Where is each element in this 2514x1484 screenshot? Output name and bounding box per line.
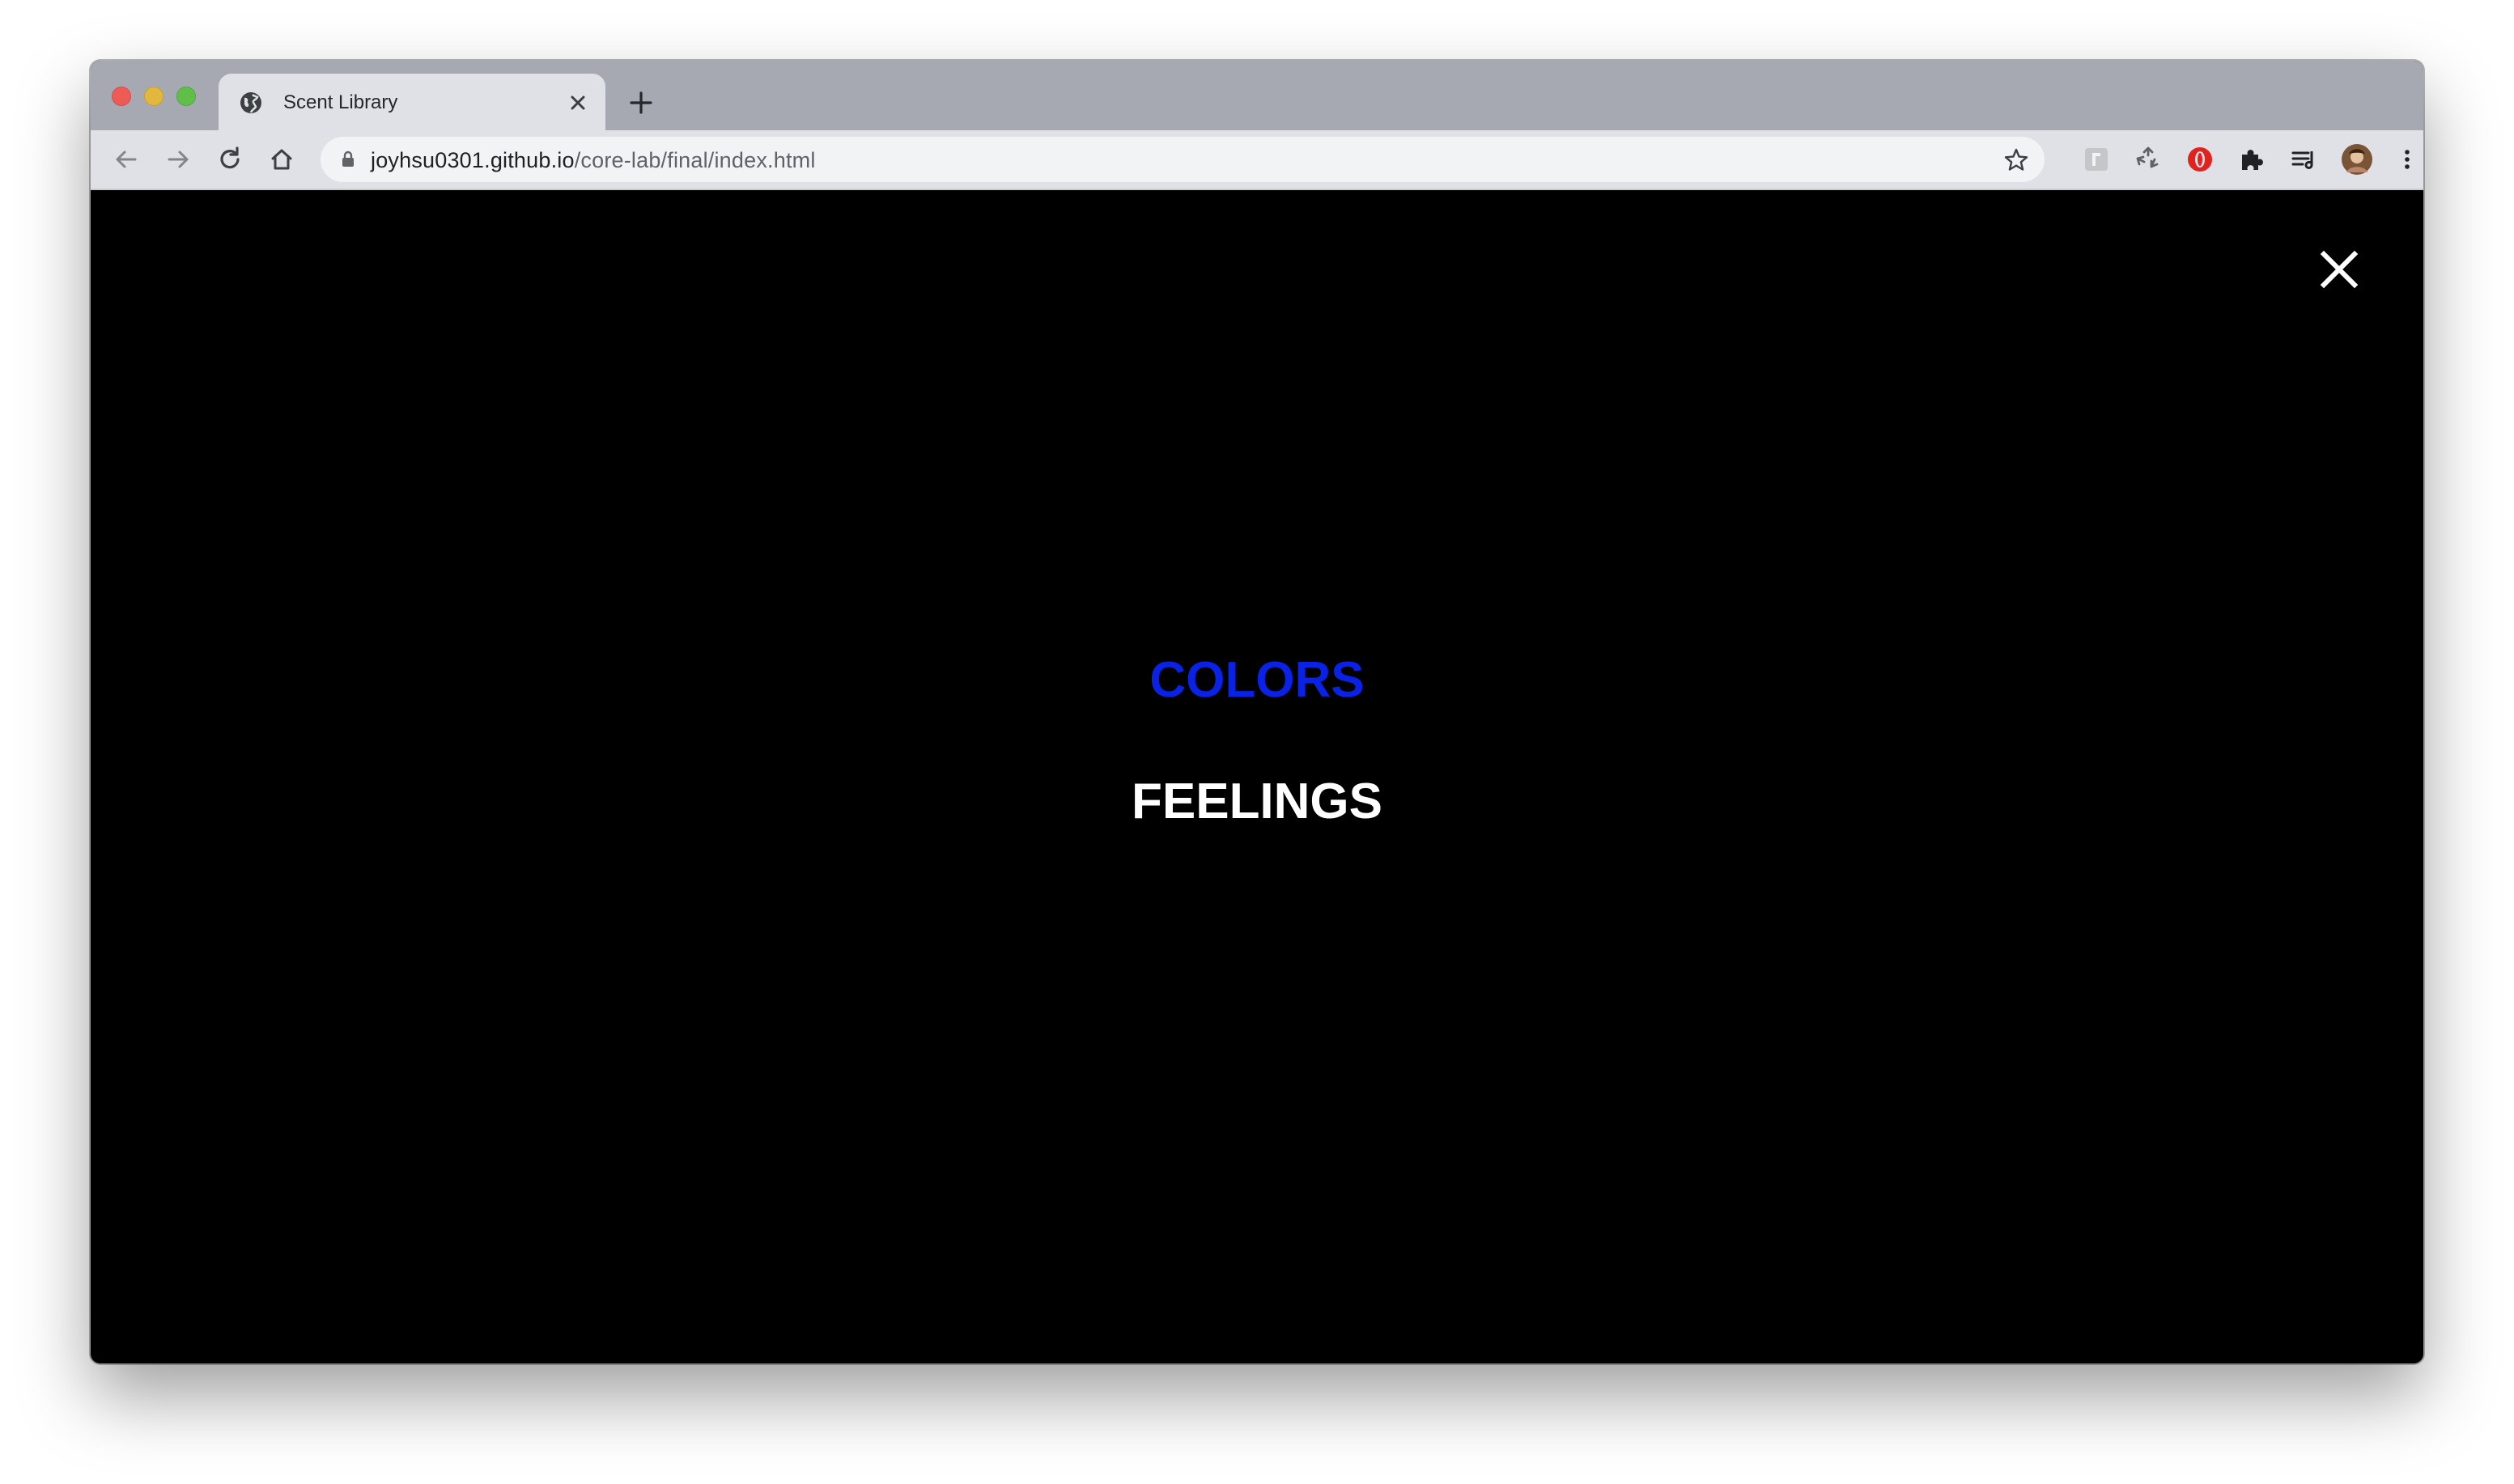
tab-strip: Scent Library bbox=[91, 61, 2423, 132]
kebab-menu-icon[interactable] bbox=[2393, 145, 2422, 174]
puzzle-icon[interactable] bbox=[2237, 145, 2266, 174]
address-bar[interactable]: joyhsu0301.github.io/core-lab/final/inde… bbox=[321, 137, 2045, 182]
menu-item-colors[interactable]: COLORS bbox=[91, 652, 2423, 709]
globe-icon bbox=[240, 92, 261, 113]
extension-gray-icon[interactable] bbox=[2082, 145, 2111, 174]
reading-list-icon[interactable] bbox=[2289, 145, 2318, 174]
url-path: /core-lab/final/index.html bbox=[574, 148, 816, 172]
tab-active[interactable]: Scent Library bbox=[219, 74, 605, 132]
forward-arrow-icon[interactable] bbox=[163, 145, 193, 174]
url-text[interactable]: joyhsu0301.github.io/core-lab/final/inde… bbox=[371, 148, 816, 172]
home-icon[interactable] bbox=[267, 145, 296, 174]
opera-icon[interactable] bbox=[2185, 145, 2215, 174]
recycle-icon[interactable] bbox=[2134, 145, 2163, 174]
close-icon[interactable] bbox=[2318, 248, 2360, 290]
reload-icon[interactable] bbox=[215, 145, 244, 174]
page-viewport: COLORS FEELINGS bbox=[91, 190, 2423, 1363]
tab-close-icon[interactable] bbox=[565, 90, 591, 116]
avatar[interactable] bbox=[2341, 143, 2373, 176]
tab-title: Scent Library bbox=[283, 91, 398, 113]
star-icon[interactable] bbox=[2002, 146, 2030, 174]
lock-icon[interactable] bbox=[338, 150, 358, 169]
browser-toolbar: joyhsu0301.github.io/core-lab/final/inde… bbox=[91, 130, 2423, 190]
menu-item-feelings[interactable]: FEELINGS bbox=[91, 774, 2423, 830]
new-tab-icon[interactable] bbox=[626, 88, 656, 117]
close-window-button[interactable] bbox=[112, 87, 131, 106]
zoom-window-button[interactable] bbox=[176, 87, 196, 106]
url-host: joyhsu0301.github.io bbox=[371, 148, 575, 172]
back-arrow-icon[interactable] bbox=[112, 145, 141, 174]
minimize-window-button[interactable] bbox=[144, 87, 163, 106]
browser-window: Scent Library joyhsu0301.github.io/core-… bbox=[91, 61, 2423, 1363]
